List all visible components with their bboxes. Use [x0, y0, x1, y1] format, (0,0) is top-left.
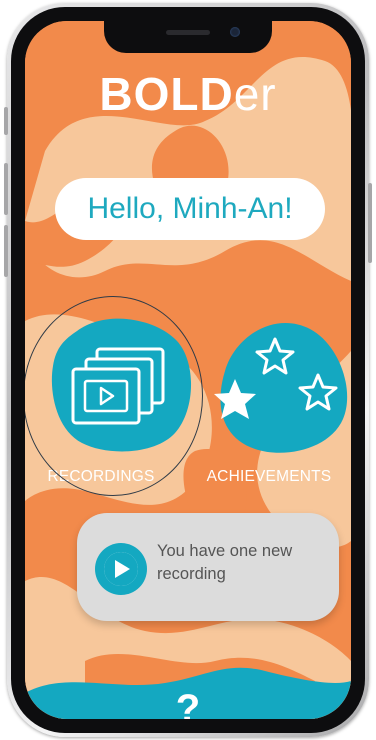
app-logo: BOLDer: [25, 71, 351, 117]
logo-bold-text: BOLD: [99, 68, 234, 120]
help-button[interactable]: ?: [25, 689, 351, 719]
stars-icon: [214, 337, 338, 419]
logo-light-text: er: [233, 68, 277, 120]
speaker-grille: [166, 30, 210, 35]
side-button-left-1: [4, 107, 8, 135]
achievements-label: ACHIEVEMENTS: [206, 468, 332, 485]
new-recording-notification[interactable]: You have one new recording: [77, 513, 339, 621]
greeting-banner: Hello, Minh-An!: [55, 178, 325, 240]
notification-text: You have one new recording: [157, 542, 293, 583]
side-button-left-2: [4, 163, 8, 215]
play-icon: [104, 552, 138, 586]
side-button-right: [368, 183, 372, 263]
front-camera: [230, 27, 240, 37]
phone-frame: BOLDer Hello, Minh-An! RECORDINGS ACHIEV…: [4, 3, 372, 737]
side-button-left-3: [4, 225, 8, 277]
phone-bezel: BOLDer Hello, Minh-An! RECORDINGS ACHIEV…: [11, 7, 365, 733]
achievements-button[interactable]: [205, 311, 351, 461]
phone-notch: [104, 21, 272, 53]
focus-ring: [25, 296, 203, 496]
app-screen: BOLDer Hello, Minh-An! RECORDINGS ACHIEV…: [25, 21, 351, 719]
help-icon: ?: [175, 687, 201, 719]
play-button[interactable]: [95, 543, 147, 595]
